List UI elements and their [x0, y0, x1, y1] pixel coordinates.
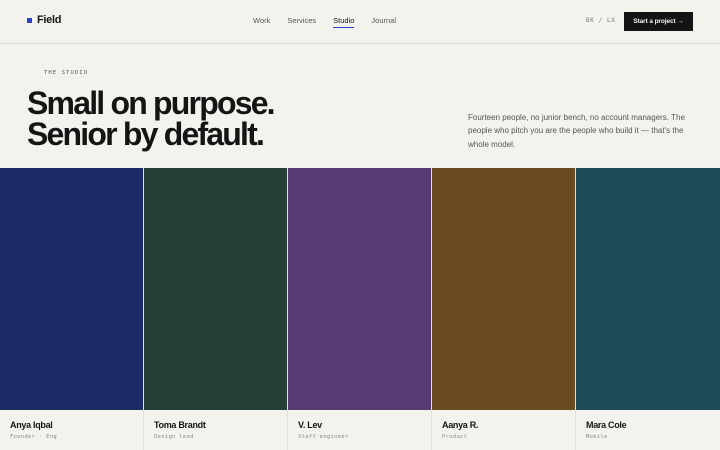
team-member-role: Mobile: [586, 434, 608, 440]
team-card-portrait: [144, 168, 287, 410]
team-card-v-lev[interactable]: V. Lev Staff engineer: [288, 168, 432, 450]
brand-logo[interactable]: Field: [27, 14, 61, 26]
team-card-meta: Anya Iqbal Founder · Eng: [0, 410, 143, 441]
team-grid: Anya Iqbal Founder · Eng Toma Brandt Des…: [0, 168, 720, 450]
team-member-name: Anya Iqbal: [10, 420, 53, 430]
start-project-button[interactable]: Start a project →: [624, 12, 693, 31]
team-card-aanya-r[interactable]: Aanya R. Product: [432, 168, 576, 450]
nav-item-work[interactable]: Work: [253, 16, 270, 25]
team-member-role: Design lead: [154, 434, 194, 440]
team-card-portrait: [432, 168, 575, 410]
team-card-meta: Mara Cole Mobile: [576, 410, 720, 441]
page-title: Small on purpose. Senior by default.: [27, 85, 276, 152]
team-card-portrait: [576, 168, 720, 410]
nav-item-journal[interactable]: Journal: [371, 16, 396, 25]
team-card-portrait: [0, 168, 143, 410]
team-member-role: Founder · Eng: [10, 434, 57, 440]
team-member-role: Staff engineer: [298, 434, 349, 440]
main-nav: Work Services Studio Journal: [253, 16, 413, 28]
headline-line-1: Small on purpose.: [27, 85, 276, 121]
site-header: Field Work Services Studio Journal BK / …: [0, 0, 720, 44]
team-member-name: Mara Cole: [586, 420, 627, 430]
nav-item-services[interactable]: Services: [287, 16, 316, 25]
team-card-mara-cole[interactable]: Mara Cole Mobile: [576, 168, 720, 450]
team-card-meta: Toma Brandt Design lead: [144, 410, 287, 441]
team-card-portrait: [288, 168, 431, 410]
team-card-meta: Aanya R. Product: [432, 410, 575, 441]
brand-name: Field: [37, 14, 62, 26]
team-card-meta: V. Lev Staff engineer: [288, 410, 431, 441]
team-card-toma-brandt[interactable]: Toma Brandt Design lead: [144, 168, 288, 450]
intro-paragraph: Fourteen people, no junior bench, no acc…: [468, 113, 685, 149]
team-card-anya-iqbal[interactable]: Anya Iqbal Founder · Eng: [0, 168, 144, 450]
locale-switcher[interactable]: BK / LX: [586, 17, 616, 24]
team-member-name: Toma Brandt: [154, 420, 206, 430]
section-eyebrow: THE STUDIO: [44, 70, 89, 76]
team-member-role: Product: [442, 434, 468, 440]
logo-square-icon: [27, 17, 32, 23]
team-member-name: Aanya R.: [442, 420, 479, 430]
headline-line-2: Senior by default.: [27, 116, 265, 152]
team-member-name: V. Lev: [298, 420, 322, 430]
nav-item-studio[interactable]: Studio: [333, 16, 355, 28]
